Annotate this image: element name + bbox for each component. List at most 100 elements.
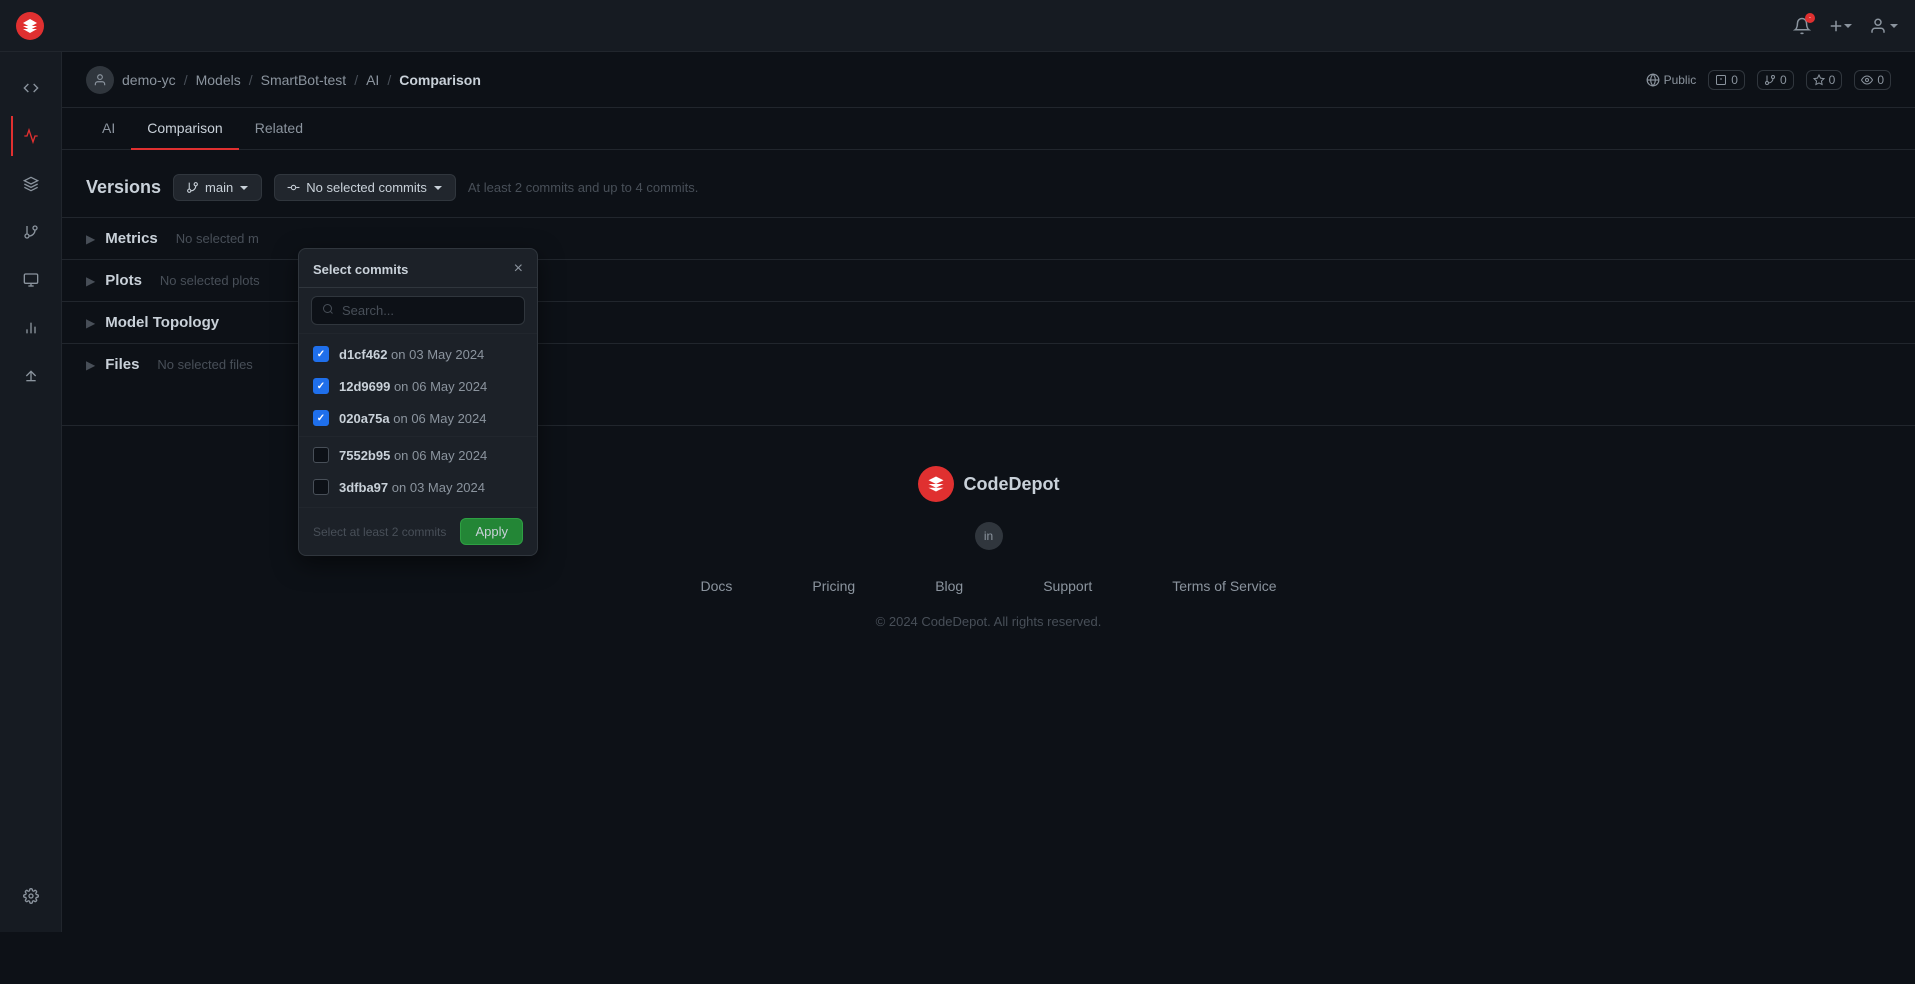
dropdown-search <box>299 288 537 334</box>
sidebar-item-activity[interactable] <box>11 116 51 156</box>
commit-item-0[interactable]: d1cf462 on 03 May 2024 <box>299 338 537 370</box>
select-commits-popup: Select commits × d1cf462 on 03 May 2024 <box>298 248 538 556</box>
stars-count: 0 <box>1829 73 1836 87</box>
dropdown-footer: Select at least 2 commits Apply <box>299 507 537 555</box>
versions-title: Versions <box>86 177 161 198</box>
forks-stat[interactable]: 0 <box>1757 70 1794 90</box>
breadcrumb-section[interactable]: AI <box>366 72 379 88</box>
files-title[interactable]: Files <box>105 356 139 373</box>
commit-info-2: 020a75a on 06 May 2024 <box>339 411 486 426</box>
versions-section: Versions main No selected commits <box>62 150 1915 201</box>
breadcrumb-sep3: / <box>354 72 358 88</box>
dropdown-title: Select commits <box>313 262 408 277</box>
breadcrumb-subrepo[interactable]: SmartBot-test <box>261 72 347 88</box>
footer-brand: CodeDepot <box>918 466 1060 502</box>
commits-selector[interactable]: No selected commits <box>274 174 456 201</box>
top-navigation: · <box>0 0 1915 52</box>
user-menu-button[interactable] <box>1869 17 1899 35</box>
breadcrumb-sep4: / <box>387 72 391 88</box>
model-topology-title[interactable]: Model Topology <box>105 314 219 331</box>
tab-comparison[interactable]: Comparison <box>131 108 238 150</box>
breadcrumb-org[interactable]: demo-yc <box>122 72 176 88</box>
metrics-hint: No selected m <box>176 231 259 246</box>
commit-checkbox-0[interactable] <box>313 346 329 362</box>
visibility-badge: Public <box>1646 73 1697 87</box>
commit-checkbox-3[interactable] <box>313 447 329 463</box>
sidebar-item-branches[interactable] <box>11 212 51 252</box>
files-hint: No selected files <box>157 357 252 372</box>
notifications-button[interactable]: · <box>1793 17 1811 35</box>
commit-checkbox-4[interactable] <box>313 479 329 495</box>
watchers-stat[interactable]: 0 <box>1854 70 1891 90</box>
commit-checkbox-2[interactable] <box>313 410 329 426</box>
commit-item-4[interactable]: 3dfba97 on 03 May 2024 <box>299 471 537 503</box>
repo-stats: Public 0 0 0 <box>1646 70 1891 90</box>
tab-related[interactable]: Related <box>239 108 319 150</box>
commit-item-3[interactable]: 7552b95 on 06 May 2024 <box>299 439 537 471</box>
commit-info-0: d1cf462 on 03 May 2024 <box>339 347 484 362</box>
search-input[interactable] <box>342 303 514 318</box>
branch-selector[interactable]: main <box>173 174 262 201</box>
breadcrumb-repo[interactable]: Models <box>196 72 241 88</box>
footer-copyright: © 2024 CodeDepot. All rights reserved. <box>876 614 1102 629</box>
metrics-title[interactable]: Metrics <box>105 230 158 247</box>
footer-link-support[interactable]: Support <box>1043 578 1092 594</box>
branch-label: main <box>205 180 233 195</box>
dropdown-close-button[interactable]: × <box>514 261 523 277</box>
plots-chevron[interactable]: ▶ <box>86 274 95 288</box>
sidebar-item-settings[interactable] <box>11 876 51 916</box>
model-topology-chevron[interactable]: ▶ <box>86 316 95 330</box>
sidebar-bottom <box>11 876 51 932</box>
sidebar-item-deploy[interactable] <box>11 356 51 396</box>
footer-link-blog[interactable]: Blog <box>935 578 963 594</box>
commit-hash-2: 020a75a <box>339 411 390 426</box>
sidebar-item-code[interactable] <box>11 68 51 108</box>
commit-checkbox-1[interactable] <box>313 378 329 394</box>
commit-info-1: 12d9699 on 06 May 2024 <box>339 379 487 394</box>
footer-social-linkedin[interactable]: in <box>975 522 1003 550</box>
commit-hash-4: 3dfba97 <box>339 480 388 495</box>
breadcrumb-sep2: / <box>249 72 253 88</box>
commits-label: No selected commits <box>306 180 427 195</box>
org-avatar <box>86 66 114 94</box>
forks-count: 0 <box>1780 73 1787 87</box>
issues-count: 0 <box>1731 73 1738 87</box>
footer-logo <box>918 466 954 502</box>
commit-date-2b: on 06 May 2024 <box>393 411 486 426</box>
plots-hint: No selected plots <box>160 273 260 288</box>
metrics-chevron[interactable]: ▶ <box>86 232 95 246</box>
plots-title[interactable]: Plots <box>105 272 142 289</box>
footer-link-tos[interactable]: Terms of Service <box>1172 578 1276 594</box>
commit-item-2[interactable]: 020a75a on 06 May 2024 <box>299 402 537 434</box>
commit-date-0b: on 03 May 2024 <box>391 347 484 362</box>
commit-list: d1cf462 on 03 May 2024 12d9699 on 06 May… <box>299 334 537 507</box>
commit-date-3b: on 06 May 2024 <box>394 448 487 463</box>
files-chevron[interactable]: ▶ <box>86 358 95 372</box>
apply-button[interactable]: Apply <box>460 518 523 545</box>
tab-ai[interactable]: AI <box>86 108 131 150</box>
sidebar-item-registry[interactable] <box>11 260 51 300</box>
stars-stat[interactable]: 0 <box>1806 70 1843 90</box>
sidebar-item-models[interactable] <box>11 164 51 204</box>
tabs-bar: AI Comparison Related <box>62 108 1915 150</box>
breadcrumb-current: Comparison <box>399 72 481 88</box>
commit-item-1[interactable]: 12d9699 on 06 May 2024 <box>299 370 537 402</box>
footer-link-pricing[interactable]: Pricing <box>812 578 855 594</box>
create-button[interactable] <box>1827 17 1853 35</box>
breadcrumb: demo-yc / Models / SmartBot-test / AI / … <box>62 52 1915 108</box>
breadcrumb-sep1: / <box>184 72 188 88</box>
issues-stat[interactable]: 0 <box>1708 70 1745 90</box>
dropdown-header: Select commits × <box>299 249 537 288</box>
notification-badge: · <box>1805 13 1815 23</box>
sidebar-item-analytics[interactable] <box>11 308 51 348</box>
commit-hash-0: d1cf462 <box>339 347 387 362</box>
app-logo[interactable] <box>16 12 44 40</box>
commit-date-4b: on 03 May 2024 <box>392 480 485 495</box>
watchers-count: 0 <box>1877 73 1884 87</box>
nav-right: · <box>1793 17 1899 35</box>
footer-link-docs[interactable]: Docs <box>700 578 732 594</box>
visibility-label: Public <box>1664 73 1697 87</box>
search-icon <box>322 303 334 318</box>
versions-header: Versions main No selected commits <box>86 174 1891 201</box>
commit-info-4: 3dfba97 on 03 May 2024 <box>339 480 485 495</box>
